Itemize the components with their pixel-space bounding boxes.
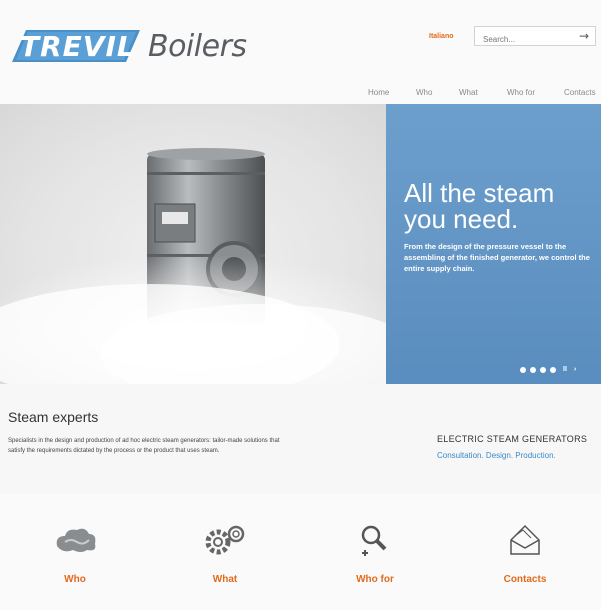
slider-controls: II ›: [520, 366, 576, 373]
gears-icon: [205, 525, 245, 555]
feature-what[interactable]: What: [165, 524, 285, 585]
nav-home[interactable]: Home: [368, 88, 389, 97]
steam-generator-illustration: [0, 148, 420, 384]
trevil-logo-mark: TREVIL: [8, 26, 142, 66]
site-header: TREVIL Boilers Italiano → Home Who What …: [0, 0, 601, 104]
intro-text: Specialists in the design and production…: [8, 438, 280, 454]
hero-text: From the design of the pressure vessel t…: [404, 242, 590, 273]
hero-caption-panel: All the steam you need. From the design …: [386, 104, 601, 384]
feature-who-for[interactable]: Who for: [315, 524, 435, 585]
nav-who-for[interactable]: Who for: [507, 88, 535, 97]
next-icon[interactable]: ›: [574, 366, 576, 373]
intro-right-title: ELECTRIC STEAM GENERATORS: [437, 434, 588, 444]
feature-label: Who: [64, 574, 86, 585]
search-box: →: [474, 26, 596, 49]
slide-dot[interactable]: [540, 366, 546, 373]
main-nav: Home Who What Who for Contacts: [0, 88, 601, 100]
feature-who[interactable]: Who: [15, 524, 135, 585]
search-input[interactable]: [475, 30, 575, 49]
hero-title: All the steam you need.: [404, 178, 555, 234]
hero-slider: All the steam you need. From the design …: [0, 104, 601, 384]
language-link[interactable]: Italiano: [429, 33, 454, 40]
nav-contacts[interactable]: Contacts: [564, 88, 596, 97]
feature-label: Contacts: [503, 574, 547, 585]
slide-dot[interactable]: [550, 366, 556, 373]
pause-icon[interactable]: II: [563, 366, 567, 373]
envelope-icon: [510, 524, 540, 555]
intro-right-subtitle[interactable]: Consultation. Design. Production.: [437, 451, 556, 460]
features-section: Who What Who for Contacts: [0, 494, 601, 610]
feature-label: What: [212, 574, 238, 585]
slide-dot[interactable]: [520, 366, 526, 373]
logo[interactable]: TREVIL Boilers: [8, 26, 247, 66]
person-search-icon: [361, 525, 387, 556]
feature-contacts[interactable]: Contacts: [465, 524, 585, 585]
nav-who[interactable]: Who: [416, 88, 432, 97]
steam-generator-image: [0, 104, 420, 384]
intro-section: Steam experts Specialists in the design …: [0, 384, 601, 494]
nav-what[interactable]: What: [459, 88, 478, 97]
logo-suffix: Boilers: [148, 28, 247, 64]
logo-text: TREVIL: [20, 30, 136, 63]
slide-dot[interactable]: [530, 366, 536, 373]
intro-title: Steam experts: [8, 409, 99, 425]
steam-cloud-icon: [56, 528, 96, 552]
arrow-right-icon[interactable]: →: [579, 29, 589, 43]
feature-label: Who for: [356, 574, 394, 585]
